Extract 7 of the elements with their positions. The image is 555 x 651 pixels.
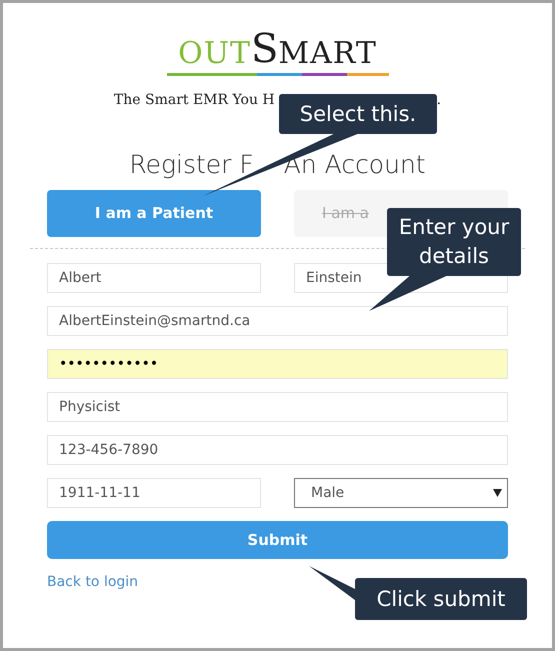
tagline: . <box>436 91 442 110</box>
logo-text: OUT <box>178 39 252 69</box>
tagline: The Smart EMR You H <box>114 91 275 110</box>
logo-text: S <box>251 29 278 69</box>
page-heading: Register F <box>129 149 254 181</box>
callout: Select this. <box>279 94 437 134</box>
logo-text: MART <box>278 39 377 69</box>
